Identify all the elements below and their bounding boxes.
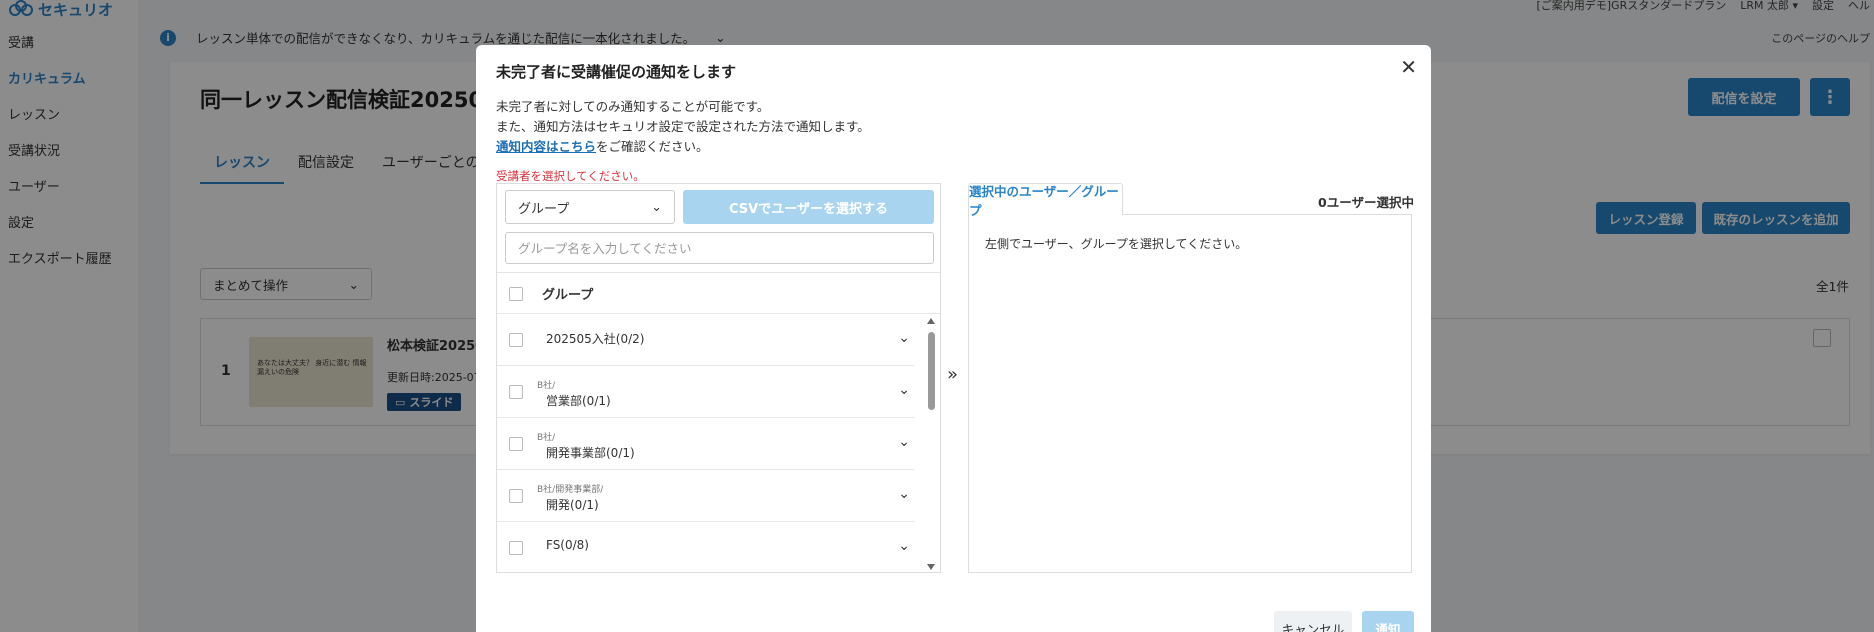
list-item[interactable]: B社/開発事業部/ 開発(0/1) ⌄ bbox=[497, 470, 914, 522]
group-name: 202505入社(0/2) bbox=[546, 332, 645, 346]
item-checkbox[interactable] bbox=[509, 489, 523, 503]
group-path: B社/開発事業部/ bbox=[537, 485, 604, 495]
item-checkbox[interactable] bbox=[509, 385, 523, 399]
desc-line-1: 未完了者に対してのみ通知することが可能です。 bbox=[496, 99, 770, 114]
selection-type-select[interactable]: グループ ⌄ bbox=[505, 190, 675, 224]
selected-panel: 左側でユーザー、グループを選択してください。 bbox=[968, 214, 1412, 573]
chevron-down-icon[interactable]: ⌄ bbox=[898, 382, 910, 398]
scroll-thumb[interactable] bbox=[928, 332, 935, 410]
close-icon[interactable]: ✕ bbox=[1400, 55, 1417, 79]
desc-line-2: また、通知方法はセキュリオ設定で設定された方法で通知します。 bbox=[496, 119, 870, 134]
list-header-label: グループ bbox=[542, 288, 594, 303]
desc-line-3: 通知内容はこちらをご確認ください。 bbox=[496, 137, 870, 157]
list-header: グループ bbox=[497, 272, 940, 314]
group-path: B社/ bbox=[537, 433, 556, 443]
chevron-down-icon[interactable]: ⌄ bbox=[898, 330, 910, 346]
scroll-down-arrow[interactable] bbox=[927, 564, 935, 570]
empty-selection-text: 左側でユーザー、グループを選択してください。 bbox=[985, 237, 1248, 251]
group-path: B社/ bbox=[537, 381, 556, 391]
chevron-down-icon: ⌄ bbox=[651, 199, 662, 215]
chevron-down-icon[interactable]: ⌄ bbox=[898, 486, 910, 502]
scroll-up-arrow[interactable] bbox=[927, 318, 935, 324]
item-checkbox[interactable] bbox=[509, 541, 523, 555]
notify-modal: 未完了者に受講催促の通知をします ✕ 未完了者に対してのみ通知することが可能です… bbox=[476, 45, 1431, 632]
modal-title: 未完了者に受講催促の通知をします bbox=[496, 63, 737, 81]
chevron-down-icon[interactable]: ⌄ bbox=[898, 434, 910, 450]
group-name: 開発事業部(0/1) bbox=[546, 446, 635, 460]
tab-selected[interactable]: 選択中のユーザー／グループ bbox=[968, 183, 1123, 218]
csv-select-button[interactable]: CSVでユーザーを選択する bbox=[683, 190, 934, 224]
list-item[interactable]: B社/ 開発事業部(0/1) ⌄ bbox=[497, 418, 914, 470]
cancel-button[interactable]: キャンセル bbox=[1274, 611, 1352, 632]
list-scrollbar[interactable] bbox=[924, 314, 938, 572]
selection-type-value: グループ bbox=[518, 201, 570, 217]
error-message: 受講者を選択してください。 bbox=[496, 169, 645, 183]
selected-count: 0ユーザー選択中 bbox=[1318, 195, 1414, 210]
list-item[interactable]: B社/ 営業部(0/1) ⌄ bbox=[497, 366, 914, 418]
modal-description: 未完了者に対してのみ通知することが可能です。 また、通知方法はセキュリオ設定で設… bbox=[496, 97, 870, 157]
group-search-input[interactable] bbox=[505, 232, 934, 264]
group-name: 開発(0/1) bbox=[546, 498, 599, 512]
group-list: 202505入社(0/2) ⌄ B社/ 営業部(0/1) ⌄ B社/ 開発事業部… bbox=[497, 314, 922, 572]
notify-button[interactable]: 通知 bbox=[1362, 611, 1414, 632]
selection-panel: グループ ⌄ CSVでユーザーを選択する グループ 202505入社(0/2) … bbox=[496, 183, 941, 573]
desc-link-suffix: をご確認ください。 bbox=[596, 139, 709, 154]
list-item[interactable]: FS(0/8) ⌄ bbox=[497, 522, 914, 572]
list-item[interactable]: 202505入社(0/2) ⌄ bbox=[497, 314, 914, 366]
move-right-icon[interactable]: » bbox=[947, 364, 958, 385]
chevron-down-icon[interactable]: ⌄ bbox=[898, 538, 910, 554]
notification-content-link[interactable]: 通知内容はこちら bbox=[496, 139, 596, 154]
item-checkbox[interactable] bbox=[509, 437, 523, 451]
group-name: FS(0/8) bbox=[546, 538, 589, 552]
group-name: 営業部(0/1) bbox=[546, 394, 611, 408]
select-all-checkbox[interactable] bbox=[509, 287, 523, 301]
item-checkbox[interactable] bbox=[509, 333, 523, 347]
